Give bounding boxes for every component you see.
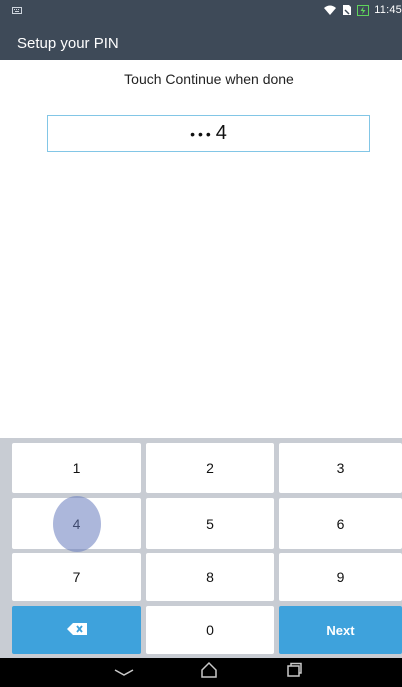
key-0[interactable]: 0 <box>146 606 274 654</box>
key-2[interactable]: 2 <box>146 443 274 493</box>
app-bar: Setup your PIN <box>0 24 402 60</box>
pin-masked-digits: ••• <box>190 125 214 142</box>
delete-button[interactable] <box>12 606 141 654</box>
key-9[interactable]: 9 <box>279 553 402 601</box>
status-bar: 11:45 <box>0 0 402 24</box>
recents-icon <box>286 662 302 683</box>
pin-last-digit: 4 <box>215 122 227 144</box>
key-6[interactable]: 6 <box>279 498 402 549</box>
key-1[interactable]: 1 <box>12 443 141 493</box>
back-button[interactable] <box>102 658 146 687</box>
recents-button[interactable] <box>272 658 316 687</box>
navigation-bar <box>0 658 402 687</box>
pin-input[interactable]: ••• 4 <box>47 115 370 152</box>
key-7[interactable]: 7 <box>12 553 141 601</box>
page-title: Setup your PIN <box>17 35 119 52</box>
status-icons: 11:45 <box>323 4 402 16</box>
key-3[interactable]: 3 <box>279 443 402 493</box>
key-5[interactable]: 5 <box>146 498 274 549</box>
battery-charging-icon <box>357 4 370 16</box>
wifi-icon <box>323 4 337 16</box>
status-time: 11:45 <box>374 4 402 16</box>
home-button[interactable] <box>187 658 231 687</box>
instruction-text: Touch Continue when done <box>124 71 294 87</box>
sim-icon <box>342 4 352 16</box>
backspace-icon <box>66 622 87 638</box>
key-4[interactable]: 4 <box>12 498 141 549</box>
next-button[interactable]: Next <box>279 606 402 654</box>
back-chevron-icon <box>114 664 134 682</box>
key-8[interactable]: 8 <box>146 553 274 601</box>
home-icon <box>200 661 218 684</box>
keyboard-icon <box>12 6 22 16</box>
